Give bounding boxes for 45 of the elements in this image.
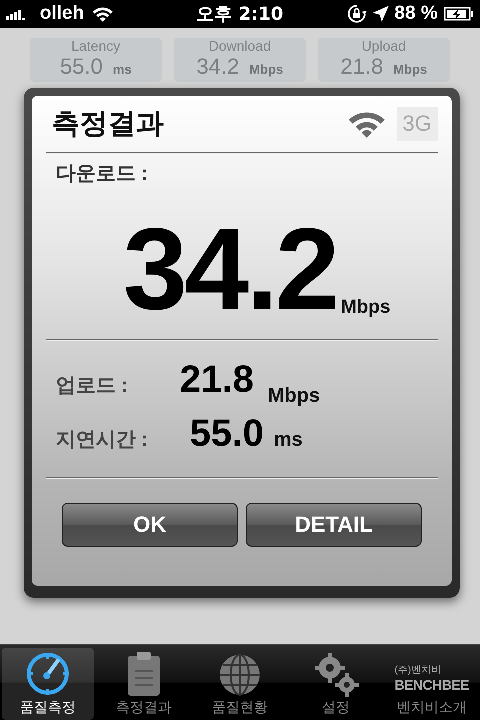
metric-label: 업로드 : [56,374,130,399]
tab-label: 벤치비소개 [397,699,467,717]
card-value: 21.8 [340,54,384,80]
tab-label: 품질측정 [20,699,76,717]
download-unit: Mbps [341,297,391,320]
gauge-icon [25,651,71,697]
tab[interactable]: 측정결과 [98,648,190,720]
tab-label: 품질현황 [212,699,268,717]
rotation-lock-icon [346,4,367,24]
logo-caption: (주)벤치비 [394,664,442,677]
network-badge: 3G [396,107,438,141]
location-arrow-icon [372,6,389,22]
tab[interactable]: 품질현황 [194,648,286,720]
card-value: 34.2 [196,54,240,80]
card-label: Upload [362,38,406,54]
globe-icon [218,653,262,697]
download-label: 다운로드 : [55,162,150,187]
card-value: 55.0 [60,54,104,80]
metric-unit: Mbps [266,385,320,408]
metric-value: 21.8 [179,359,254,402]
card-unit: Mbps [393,62,428,77]
card-label: Latency [71,38,121,54]
detail-button[interactable]: DETAIL [246,503,422,547]
tab-label: 설정 [322,699,350,717]
clipboard-icon [126,651,162,697]
card-unit: ms [113,62,132,77]
metric-unit: ms [272,429,303,452]
card-unit: Mbps [249,62,284,77]
tab[interactable]: (주)벤치비 BENCHBEE 벤치비소개 [386,648,478,720]
tab[interactable]: 설정 [290,648,382,720]
tab[interactable]: 품질측정 [2,648,94,720]
ok-button[interactable]: OK [62,503,238,547]
dialog-title: 측정결과 [51,107,165,141]
card-label: Download [208,38,272,54]
download-value: 34.2 [123,211,338,336]
metric-value: 55.0 [189,413,264,456]
wifi-icon [92,6,114,22]
battery-charging-icon [444,7,474,21]
tab-label: 측정결과 [116,699,172,717]
carrier-name: olleh [40,3,84,25]
battery-percent: 88 % [394,3,438,25]
gears-icon [313,651,359,697]
metric-label: 지연시간 : [56,428,150,453]
clock: 오후 2:10 [196,3,284,26]
logo-wordmark: BENCHBEE [394,677,470,693]
